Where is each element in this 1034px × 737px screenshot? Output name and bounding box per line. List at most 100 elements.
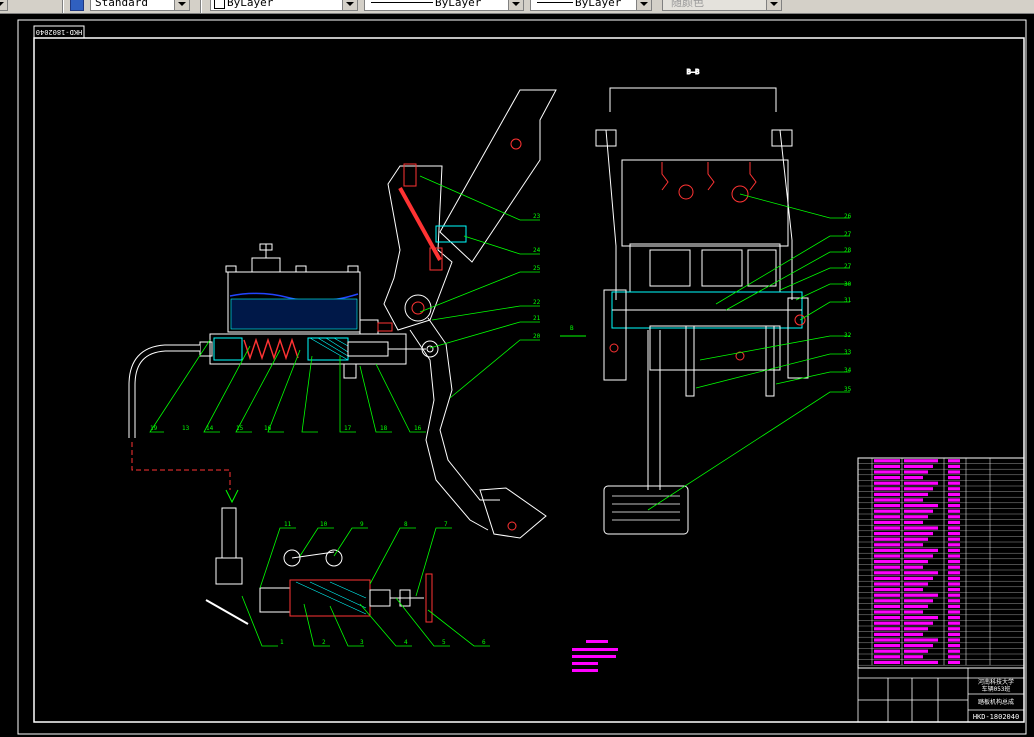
svg-text:7: 7 xyxy=(444,521,448,528)
bom-cell xyxy=(904,599,933,603)
bom-cell xyxy=(874,655,900,659)
bom-cell xyxy=(874,487,900,491)
bom-cell xyxy=(904,520,923,524)
svg-text:18: 18 xyxy=(380,425,388,432)
frame-code-text: HKD-1802040 xyxy=(36,28,82,36)
bom-cell xyxy=(904,638,938,642)
bom-cell xyxy=(904,554,933,558)
bom-cell xyxy=(874,520,900,524)
bom-cell xyxy=(874,492,900,496)
bom-cell xyxy=(948,476,960,480)
text-style-select[interactable]: Standard xyxy=(90,0,190,11)
bom-cell xyxy=(904,571,938,575)
bom-cell xyxy=(948,576,960,580)
bom-cell xyxy=(948,660,960,664)
svg-text:27: 27 xyxy=(844,263,852,270)
bom-cell xyxy=(904,565,923,569)
bom-cell xyxy=(948,459,960,463)
bom-cell xyxy=(904,532,933,536)
bom-cell xyxy=(874,576,900,580)
bom-cell xyxy=(948,487,960,491)
linetype-value: ByLayer xyxy=(435,0,482,9)
bom-cell xyxy=(904,487,933,491)
bom-cell xyxy=(904,526,938,530)
lineweight-select[interactable]: ByLayer xyxy=(530,0,652,11)
bom-cell xyxy=(948,470,960,474)
bom-cell xyxy=(904,621,933,625)
plot-style-select[interactable]: 随颜色 xyxy=(662,0,782,11)
bom-cell xyxy=(904,649,928,653)
svg-text:32: 32 xyxy=(844,332,852,339)
bom-cell xyxy=(948,610,960,614)
section-title: B—B xyxy=(687,68,700,76)
toolbar-separator xyxy=(200,0,202,13)
title-block-text: 河南科技大学 车辆053班 踏板机构总成 HKD-1802040 xyxy=(973,678,1019,721)
bom-cell xyxy=(874,599,900,603)
bom-cell xyxy=(904,644,933,648)
bom-cell xyxy=(874,476,900,480)
bom-cell xyxy=(948,492,960,496)
svg-text:22: 22 xyxy=(533,299,541,306)
bom-cell xyxy=(948,565,960,569)
bom-cell xyxy=(948,548,960,552)
properties-toolbar: Standard ByLayer ByLayer ByLayer 随颜色 xyxy=(0,0,1034,14)
svg-text:8: 8 xyxy=(404,521,408,528)
bom-cell xyxy=(948,582,960,586)
bom-cell xyxy=(948,621,960,625)
svg-text:4: 4 xyxy=(404,639,408,646)
bom-cell xyxy=(904,588,923,592)
bom-cell xyxy=(904,481,938,485)
bom-cell xyxy=(874,470,900,474)
svg-text:26: 26 xyxy=(844,213,852,220)
svg-text:2: 2 xyxy=(322,639,326,646)
svg-text:16: 16 xyxy=(414,425,422,432)
bom-cell xyxy=(904,632,923,636)
bom-cell xyxy=(904,660,938,664)
bom-cell xyxy=(948,532,960,536)
text-style-value: Standard xyxy=(95,0,148,9)
bom-cell xyxy=(904,470,928,474)
svg-text:11: 11 xyxy=(284,521,292,528)
bom-cell xyxy=(874,543,900,547)
bom-cell xyxy=(948,644,960,648)
svg-text:34: 34 xyxy=(844,367,852,374)
bom-cell xyxy=(904,616,938,620)
bom-cell xyxy=(948,526,960,530)
text-style-icon[interactable] xyxy=(70,0,84,11)
svg-text:25: 25 xyxy=(533,265,541,272)
bom-cell xyxy=(874,526,900,530)
bom-cell xyxy=(874,593,900,597)
linetype-preview-icon xyxy=(371,2,433,3)
bom-cell xyxy=(904,604,928,608)
bom-cell xyxy=(948,588,960,592)
svg-text:21: 21 xyxy=(533,315,541,322)
bom-cell xyxy=(948,649,960,653)
drawing-name: 踏板机构总成 xyxy=(978,698,1014,706)
bom-cell xyxy=(874,554,900,558)
svg-text:31: 31 xyxy=(844,297,852,304)
drawing-canvas[interactable]: HKD-1802040 B—B B 23 24 25 22 21 20 19 1… xyxy=(0,14,1034,737)
svg-text:23: 23 xyxy=(533,213,541,220)
bom-cell xyxy=(948,498,960,502)
svg-text:15: 15 xyxy=(236,425,244,432)
bom-cell xyxy=(874,504,900,508)
bom-cell xyxy=(948,554,960,558)
previous-combo-stub[interactable] xyxy=(0,0,8,11)
bom-cell xyxy=(948,537,960,541)
bom-cell xyxy=(874,610,900,614)
bom-cell xyxy=(904,504,938,508)
svg-text:6: 6 xyxy=(482,639,486,646)
bom-cell xyxy=(874,571,900,575)
bom-cell xyxy=(904,576,933,580)
bom-cell xyxy=(948,560,960,564)
bom-cell xyxy=(874,627,900,631)
color-select[interactable]: ByLayer xyxy=(210,0,358,11)
school-name: 河南科技大学 xyxy=(978,678,1014,686)
linetype-select[interactable]: ByLayer xyxy=(364,0,524,11)
color-value: ByLayer xyxy=(227,0,274,9)
bom-cell xyxy=(948,509,960,513)
bom-cell xyxy=(874,565,900,569)
color-swatch-icon xyxy=(214,0,225,9)
toolbar-separator xyxy=(62,0,64,13)
bom-cell xyxy=(874,509,900,513)
